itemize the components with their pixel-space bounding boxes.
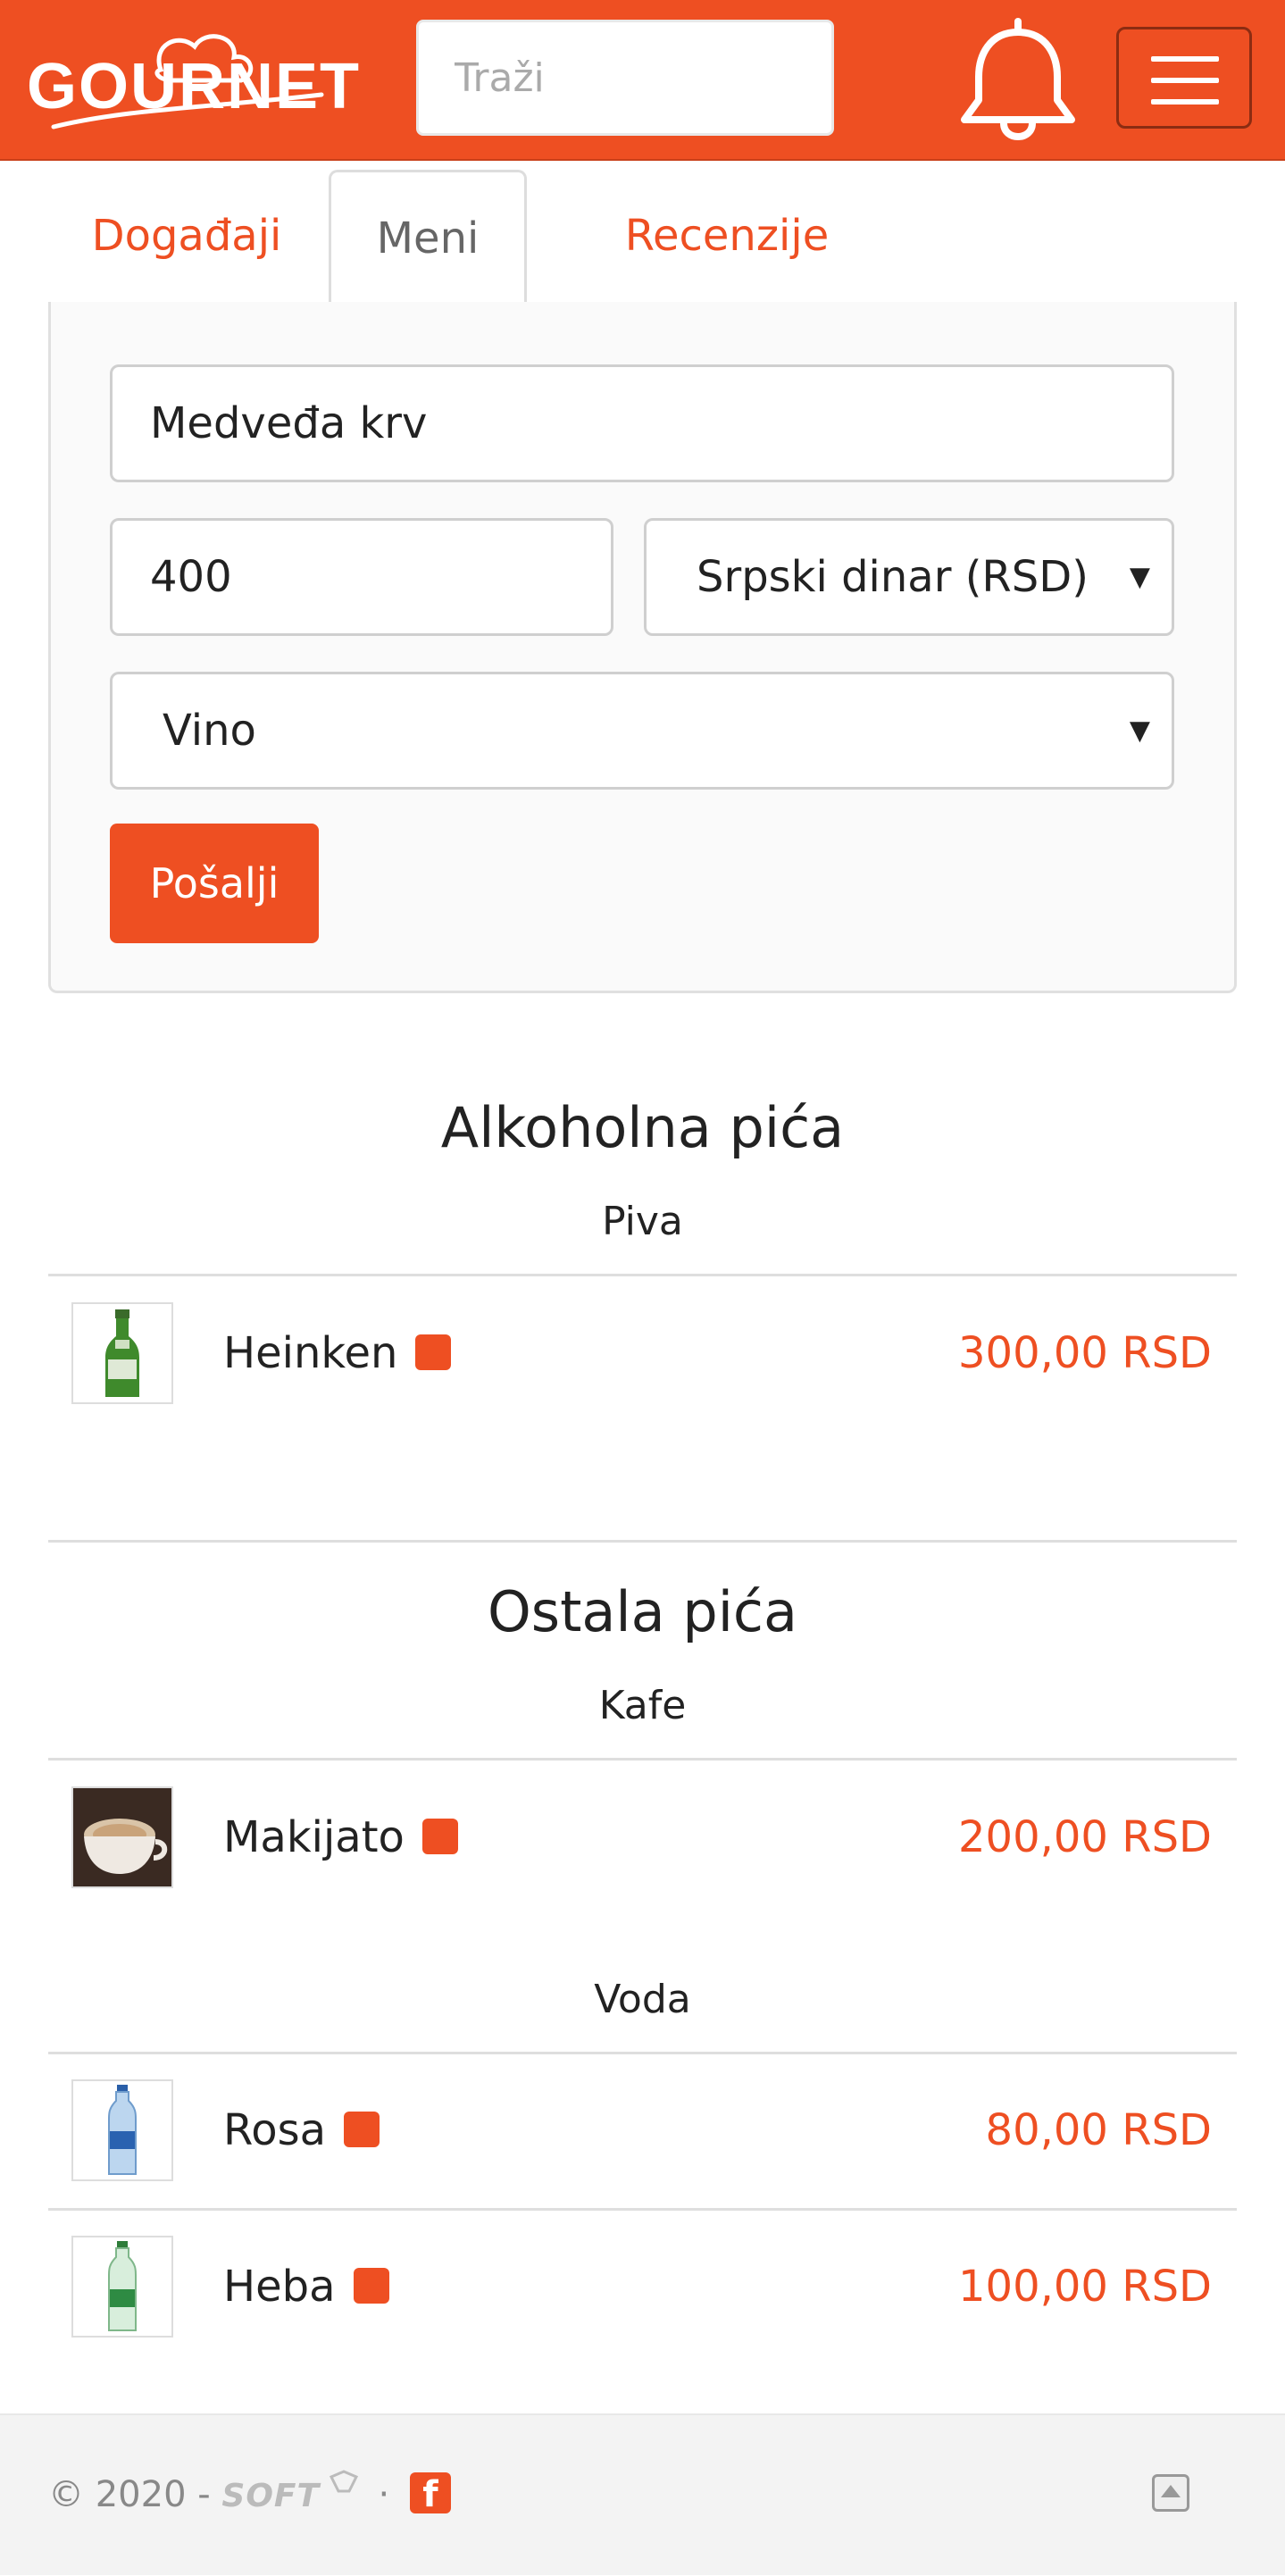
menu-bar-icon	[1151, 99, 1219, 105]
top-navbar: GOURNET	[0, 0, 1285, 161]
scroll-to-top-icon[interactable]	[1152, 2474, 1189, 2512]
beer-bottle-image	[71, 1302, 173, 1404]
coffee-cup-image	[71, 1786, 173, 1888]
menu-item-row[interactable]: Heinken 300,00 RSD	[48, 1293, 1237, 1413]
divider	[48, 1540, 1237, 1543]
item-name-value: Medveđa krv	[150, 398, 428, 448]
menu-item-name: Heba	[223, 2262, 336, 2312]
category-title: Ostala pića	[488, 1579, 797, 1644]
menu-item-name: Makijato	[223, 1812, 405, 1862]
tab-dogadjaji[interactable]: Događaji	[48, 170, 325, 302]
menu-item-row[interactable]: Heba 100,00 RSD	[48, 2227, 1237, 2346]
notification-bell-icon[interactable]	[955, 14, 1081, 144]
caret-down-icon: ▼	[1129, 715, 1150, 747]
submit-button[interactable]: Pošalji	[110, 824, 319, 943]
menu-item-name: Heinken	[223, 1328, 398, 1378]
divider	[48, 2208, 1237, 2211]
currency-selected-value: Srpski dinar (RSD)	[697, 552, 1089, 602]
tab-bar: Događaji Meni Recenzije	[48, 170, 1237, 305]
footer: © 2020 - SOFT · f	[0, 2413, 1285, 2575]
menu-item-price: 200,00 RSD	[958, 1812, 1212, 1862]
category-title: Alkoholna pića	[440, 1095, 845, 1160]
menu-item-price: 80,00 RSD	[985, 2105, 1212, 2155]
item-name-field[interactable]: Medveđa krv	[110, 364, 1174, 482]
tab-recenzije[interactable]: Recenzije	[548, 170, 905, 302]
divider	[48, 1274, 1237, 1276]
tab-meni[interactable]: Meni	[329, 170, 527, 305]
category-select[interactable]: Vino ▼	[110, 672, 1174, 790]
edit-square-icon[interactable]	[421, 1819, 458, 1854]
add-item-form: Medveđa krv 400 Srpski dinar (RSD) ▼ Vin…	[48, 302, 1237, 993]
logo-text: GOURNET	[27, 51, 361, 122]
menu-item-row[interactable]: Makijato 200,00 RSD	[48, 1777, 1237, 1897]
soft-logo-mark-icon	[329, 2470, 358, 2493]
menu-bar-icon	[1151, 78, 1219, 83]
copyright-text: © 2020 -	[48, 2474, 211, 2515]
edit-square-icon[interactable]	[353, 2268, 389, 2304]
subcategory-title: Voda	[594, 1977, 691, 2022]
price-field[interactable]: 400	[110, 518, 613, 636]
menu-item-price: 100,00 RSD	[958, 2262, 1212, 2312]
divider	[48, 1758, 1237, 1761]
menu-item-price: 300,00 RSD	[958, 1328, 1212, 1378]
edit-square-icon[interactable]	[415, 1334, 452, 1370]
menu-item-name: Rosa	[223, 2105, 326, 2155]
water-bottle-green-image	[71, 2236, 173, 2338]
hamburger-menu-button[interactable]	[1116, 27, 1252, 129]
subcategory-title: Kafe	[598, 1683, 687, 1728]
subcategory-title: Piva	[602, 1199, 683, 1244]
menu-item-row[interactable]: Rosa 80,00 RSD	[48, 2070, 1237, 2190]
edit-square-icon[interactable]	[343, 2112, 380, 2147]
category-selected-value: Vino	[163, 706, 256, 756]
facebook-icon[interactable]: f	[409, 2472, 451, 2515]
gournet-logo[interactable]: GOURNET	[27, 27, 359, 134]
search-input[interactable]	[416, 20, 834, 136]
soft-logo[interactable]: SOFT	[221, 2478, 320, 2514]
price-value: 400	[150, 552, 232, 602]
footer-separator: ·	[378, 2474, 390, 2515]
divider	[48, 2052, 1237, 2054]
water-bottle-image	[71, 2079, 173, 2181]
currency-select[interactable]: Srpski dinar (RSD) ▼	[644, 518, 1174, 636]
menu-bar-icon	[1151, 56, 1219, 62]
caret-down-icon: ▼	[1129, 561, 1150, 593]
